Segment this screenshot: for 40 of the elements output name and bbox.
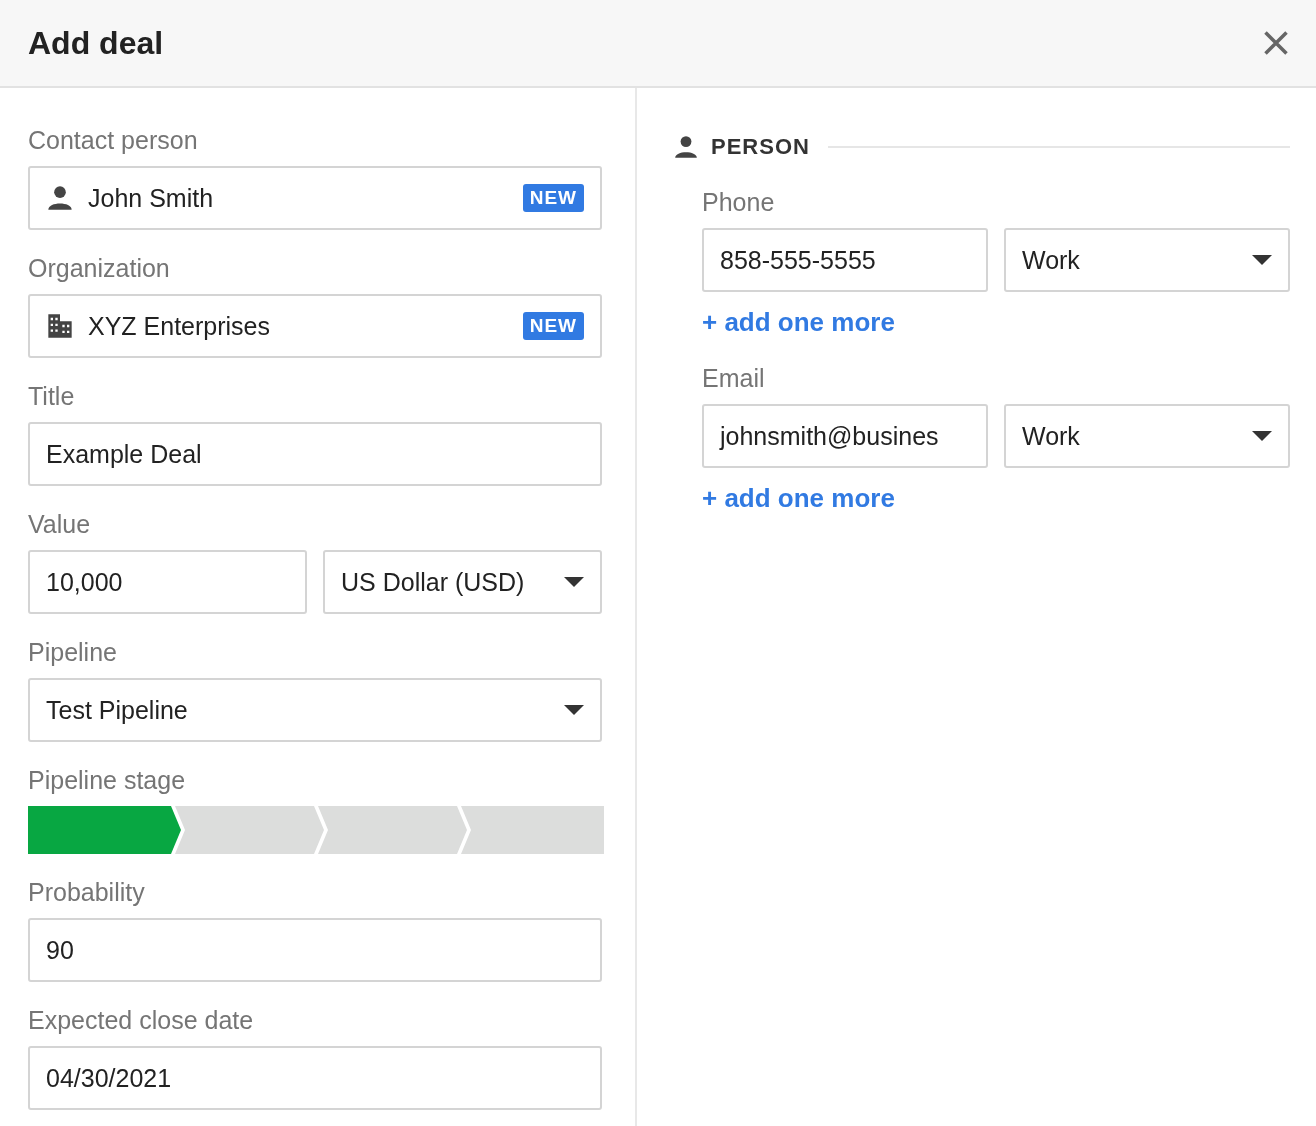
close-icon <box>1262 29 1290 57</box>
currency-dropdown[interactable]: US Dollar (USD) <box>323 550 602 614</box>
field-label: Probability <box>28 877 146 908</box>
pipeline-stage-step[interactable] <box>28 806 181 854</box>
type-dropdown[interactable]: Work <box>1004 228 1290 292</box>
field-label: Contact person <box>28 125 199 156</box>
dialog-title: Add deal <box>28 24 164 62</box>
contact-person-field[interactable]: John Smith NEW <box>28 166 602 230</box>
pipeline-stage-step[interactable] <box>461 806 604 854</box>
add-one-more-link[interactable]: + add one more <box>702 483 895 513</box>
field-label: Organization <box>28 253 171 284</box>
field-label: Pipeline stage <box>28 765 187 796</box>
building-icon <box>46 312 74 340</box>
section-title: PERSON <box>711 134 810 160</box>
pipeline-dropdown[interactable]: Test Pipeline <box>28 678 602 742</box>
new-badge: NEW <box>522 312 584 340</box>
caret-icon <box>1252 255 1272 265</box>
caret-icon <box>1252 431 1272 441</box>
field-label: Value <box>28 509 92 540</box>
pipeline-stage-step[interactable] <box>175 806 324 854</box>
person-icon <box>46 184 74 212</box>
field-label: Phone <box>702 187 776 218</box>
field-label: Title <box>28 381 76 412</box>
type-dropdown[interactable]: Work <box>1004 404 1290 468</box>
pipeline-stage-step[interactable] <box>318 806 467 854</box>
field-label: Pipeline <box>28 637 118 668</box>
person-icon <box>673 134 699 160</box>
text-field[interactable]: johnsmith@busines <box>702 404 988 468</box>
text-field[interactable]: 90 <box>28 918 602 982</box>
organization-field[interactable]: XYZ Enterprises NEW <box>28 294 602 358</box>
field-label: Email <box>702 363 766 394</box>
caret-icon <box>564 705 584 715</box>
text-field[interactable]: 858-555-5555 <box>702 228 988 292</box>
field-label: Expected close date <box>28 1005 255 1036</box>
add-one-more-link[interactable]: + add one more <box>702 307 895 337</box>
new-badge: NEW <box>522 184 584 212</box>
value-field[interactable]: 10,000 <box>28 550 307 614</box>
text-field[interactable]: 04/30/2021 <box>28 1046 602 1110</box>
text-field[interactable]: Example Deal <box>28 422 602 486</box>
caret-icon <box>564 577 584 587</box>
